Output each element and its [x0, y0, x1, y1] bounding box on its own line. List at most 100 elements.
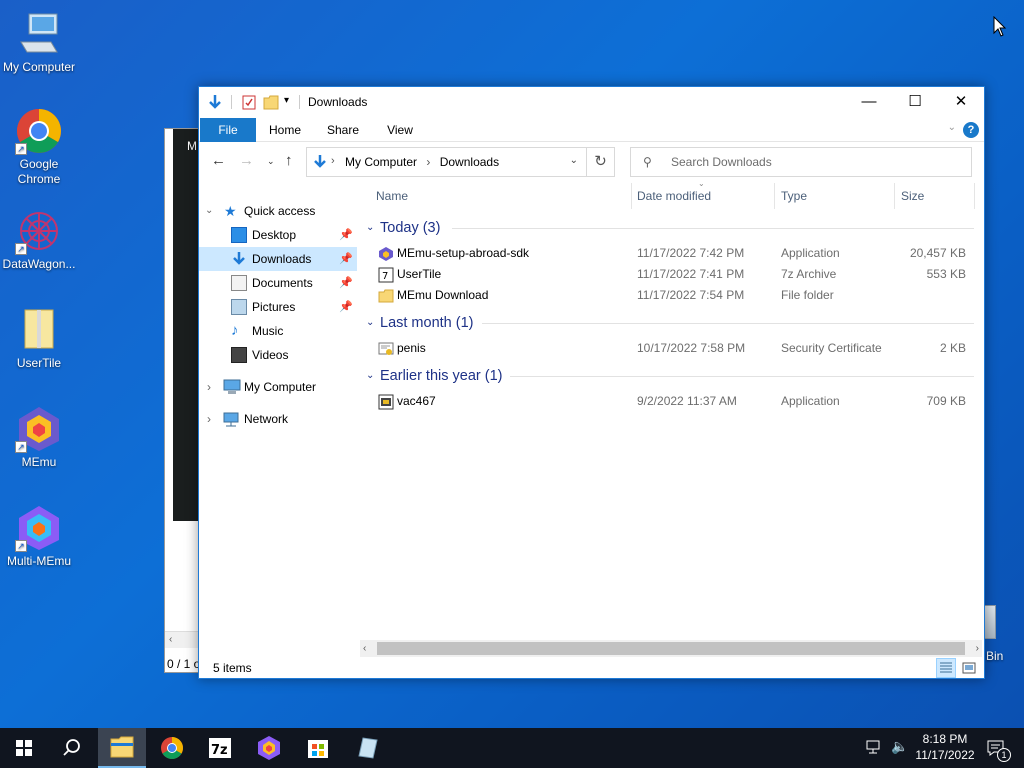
minimize-button[interactable]: —	[846, 87, 892, 117]
close-button[interactable]: ✕	[938, 87, 984, 117]
column-header-name[interactable]: Name	[376, 183, 408, 213]
desktop-icon-usertile[interactable]: UserTile	[0, 306, 78, 371]
collapse-chevron-icon[interactable]: ⌄	[205, 199, 213, 223]
file-name: MEmu Download	[397, 288, 489, 302]
pin-icon[interactable]: 📌	[339, 247, 353, 271]
item-count: 5 items	[213, 661, 252, 675]
status-bar: 5 items	[199, 657, 984, 679]
nav-item-quick-access[interactable]: ⌄ ★ Quick access	[199, 199, 357, 223]
breadcrumb-downloads[interactable]: Downloads	[440, 155, 499, 169]
desktop-icon-datawagon[interactable]: ↗ DataWagon...	[0, 207, 78, 272]
collapse-chevron-icon[interactable]: ⌄	[366, 217, 374, 239]
memu-icon	[258, 736, 280, 760]
network-tray-icon[interactable]	[866, 739, 884, 768]
tab-share[interactable]: Share	[322, 118, 364, 142]
large-icons-view-button[interactable]	[959, 658, 979, 678]
search-input[interactable]: Search Downloads	[671, 155, 772, 169]
volume-icon[interactable]: 🔈	[891, 738, 908, 768]
details-view-button[interactable]	[936, 658, 956, 678]
certificate-icon	[378, 341, 394, 357]
customize-quick-access-icon[interactable]: ▾	[284, 95, 289, 113]
collapse-chevron-icon[interactable]: ⌄	[366, 365, 374, 387]
maximize-button[interactable]: ☐	[892, 87, 938, 117]
tab-view[interactable]: View	[379, 118, 421, 142]
pin-icon[interactable]: 📌	[339, 295, 353, 319]
file-row[interactable]: penis 10/17/2022 7:58 PM Security Certif…	[360, 338, 982, 359]
group-header-earlier-this-year[interactable]: ⌄ Earlier this year (1)	[360, 365, 982, 387]
nav-item-documents[interactable]: Documents 📌	[199, 271, 357, 295]
collapse-chevron-icon[interactable]: ⌄	[366, 312, 374, 334]
column-divider[interactable]	[631, 183, 632, 209]
group-header-today[interactable]: ⌄ Today (3)	[360, 217, 982, 239]
desktop-icon-my-computer[interactable]: My Computer	[0, 10, 78, 75]
scrollbar-thumb[interactable]	[377, 642, 965, 655]
forward-arrow-icon[interactable]: →	[239, 152, 254, 169]
title-bar[interactable]: ▾ Downloads — ☐ ✕	[199, 87, 984, 117]
breadcrumb-separator[interactable]: ›	[331, 155, 335, 167]
properties-quick-icon[interactable]	[207, 93, 223, 111]
column-header-size[interactable]: Size	[901, 183, 924, 213]
file-row[interactable]: MEmu-setup-abroad-sdk 11/17/2022 7:42 PM…	[360, 243, 982, 264]
desktop-icon-google-chrome[interactable]: ↗ Google Chrome	[0, 107, 78, 187]
pin-icon[interactable]: 📌	[339, 223, 353, 247]
tab-file[interactable]: File	[200, 118, 256, 142]
nav-item-my-computer[interactable]: › My Computer	[199, 375, 357, 399]
group-header-last-month[interactable]: ⌄ Last month (1)	[360, 312, 982, 334]
taskbar-store[interactable]	[294, 728, 342, 768]
desktop-icon-memu[interactable]: ↗ MEmu	[0, 405, 78, 470]
file-size: 553 KB	[926, 267, 966, 281]
search-button[interactable]	[48, 728, 96, 768]
checkbox-quick-icon[interactable]	[241, 93, 257, 111]
expand-ribbon-icon[interactable]: ⌄	[948, 122, 956, 133]
recent-locations-icon[interactable]: ⌄	[267, 156, 275, 167]
breadcrumb-my-computer[interactable]: My Computer	[345, 155, 417, 169]
file-name: vac467	[397, 394, 436, 408]
refresh-button[interactable]: ↻	[587, 147, 615, 177]
search-box[interactable]: ⚲ Search Downloads	[630, 147, 972, 177]
new-folder-quick-icon[interactable]	[263, 93, 279, 111]
file-row[interactable]: 7 UserTile 11/17/2022 7:41 PM 7z Archive…	[360, 264, 982, 285]
desktop-icon-label: UserTile	[16, 356, 62, 370]
taskbar-app[interactable]	[343, 728, 391, 768]
nav-item-music[interactable]: ♪ Music	[199, 319, 357, 343]
expand-chevron-icon[interactable]: ›	[207, 407, 211, 431]
column-divider[interactable]	[774, 183, 775, 209]
file-explorer-window[interactable]: ▾ Downloads — ☐ ✕ File Home Share View ⌄…	[198, 86, 985, 679]
taskbar-chrome[interactable]	[148, 728, 196, 768]
address-bar[interactable]: › My Computer › Downloads ⌄	[306, 147, 587, 177]
nav-item-downloads[interactable]: Downloads 📌	[199, 247, 357, 271]
file-row[interactable]: MEmu Download 11/17/2022 7:54 PM File fo…	[360, 285, 982, 306]
file-row[interactable]: vac467 9/2/2022 11:37 AM Application 709…	[360, 391, 982, 412]
file-name: MEmu-setup-abroad-sdk	[397, 246, 530, 260]
nav-item-videos[interactable]: Videos	[199, 343, 357, 367]
pin-icon[interactable]: 📌	[339, 271, 353, 295]
column-divider[interactable]	[974, 183, 975, 209]
taskbar-file-explorer[interactable]	[98, 728, 146, 768]
file-type: 7z Archive	[781, 267, 837, 281]
taskbar-7zip[interactable]: 7z	[196, 728, 244, 768]
nav-item-desktop[interactable]: Desktop 📌	[199, 223, 357, 247]
tab-home[interactable]: Home	[264, 118, 306, 142]
scroll-left-icon[interactable]: ‹	[363, 640, 366, 657]
file-date: 11/17/2022 7:41 PM	[637, 267, 745, 281]
nav-item-network[interactable]: › Network	[199, 407, 357, 431]
start-button[interactable]	[0, 728, 48, 768]
clock[interactable]: 8:18 PM 11/17/2022	[908, 731, 982, 763]
address-dropdown-icon[interactable]: ⌄	[570, 155, 578, 166]
breadcrumb-separator[interactable]: ›	[426, 155, 430, 169]
expand-chevron-icon[interactable]: ›	[207, 375, 211, 399]
desktop-icon-multi-memu[interactable]: ↗ Multi-MEmu	[0, 504, 78, 569]
up-arrow-icon[interactable]: ↑	[285, 152, 293, 169]
help-icon[interactable]: ?	[963, 122, 979, 138]
large-icons-view-icon	[962, 662, 976, 674]
taskbar-memu[interactable]	[245, 728, 293, 768]
back-arrow-icon[interactable]: ←	[211, 152, 226, 169]
scroll-left-icon[interactable]: ‹	[169, 634, 172, 645]
nav-item-pictures[interactable]: Pictures 📌	[199, 295, 357, 319]
column-header-type[interactable]: Type	[781, 183, 807, 213]
column-divider[interactable]	[894, 183, 895, 209]
file-name: penis	[397, 341, 426, 355]
scroll-right-icon[interactable]: ›	[976, 640, 979, 657]
horizontal-scrollbar[interactable]: ‹ ›	[360, 640, 982, 657]
action-center-button[interactable]: 1	[986, 738, 1011, 768]
